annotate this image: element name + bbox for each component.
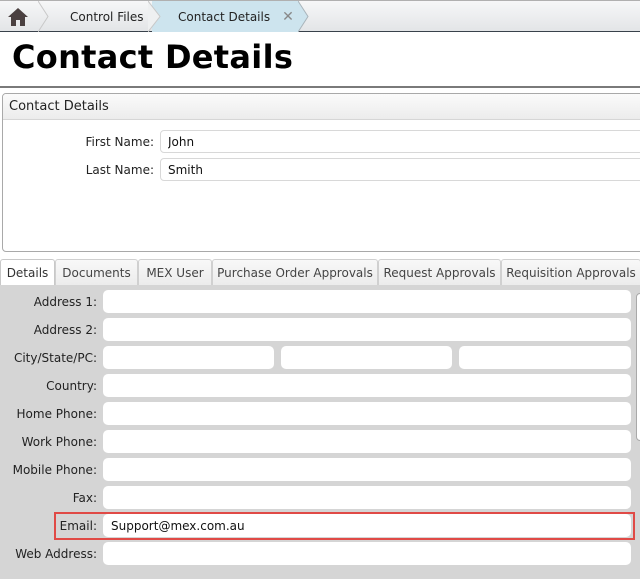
- first-name-label: First Name:: [85, 134, 154, 149]
- address1-label: Address 1:: [33, 295, 97, 309]
- state-input[interactable]: [281, 346, 452, 369]
- country-label: Country:: [46, 379, 97, 393]
- breadcrumb-item-control-files[interactable]: Control Files: [56, 1, 148, 32]
- close-icon[interactable]: ✕: [282, 9, 294, 25]
- address1-input[interactable]: [103, 290, 631, 313]
- home-phone-label: Home Phone:: [16, 407, 97, 421]
- last-name-label: Last Name:: [85, 162, 154, 177]
- breadcrumb: Control Files Contact Details ✕: [0, 0, 640, 32]
- work-phone-label: Work Phone:: [21, 435, 97, 449]
- mobile-phone-label: Mobile Phone:: [12, 463, 97, 477]
- first-name-row: First Name:: [3, 130, 640, 153]
- breadcrumb-separator-icon: [298, 1, 309, 32]
- fax-input[interactable]: [103, 486, 631, 509]
- breadcrumb-label: Contact Details: [178, 9, 271, 24]
- tab-bar: Details Documents MEX User Purchase Orde…: [0, 259, 640, 286]
- tab-documents[interactable]: Documents: [55, 259, 138, 285]
- first-name-input[interactable]: [160, 130, 640, 153]
- fax-label: Fax:: [72, 491, 97, 505]
- breadcrumb-label: Control Files: [70, 9, 144, 24]
- tab-request-approvals[interactable]: Request Approvals: [378, 259, 501, 285]
- email-highlight-box: [54, 512, 635, 540]
- home-phone-input[interactable]: [103, 402, 631, 425]
- tab-details[interactable]: Details: [0, 259, 55, 286]
- contact-details-panel: Contact Details First Name: Last Name:: [2, 93, 640, 252]
- mobile-phone-input[interactable]: [103, 458, 631, 481]
- work-phone-input[interactable]: [103, 430, 631, 453]
- tab-requisition-approvals[interactable]: Requisition Approvals: [501, 259, 640, 285]
- title-divider: [0, 86, 640, 88]
- page-title: Contact Details: [12, 38, 294, 76]
- address2-input[interactable]: [103, 318, 631, 341]
- details-tab-content: Address 1: Address 2: City/State/PC: Cou…: [0, 285, 640, 579]
- breadcrumb-separator-icon: [148, 1, 161, 32]
- tab-mex-user[interactable]: MEX User: [138, 259, 212, 285]
- city-input[interactable]: [103, 346, 274, 369]
- home-icon: [8, 7, 28, 26]
- address2-label: Address 2:: [33, 323, 97, 337]
- breadcrumb-home-button[interactable]: [0, 1, 42, 32]
- side-panel: [636, 293, 640, 441]
- breadcrumb-item-contact-details[interactable]: Contact Details ✕: [152, 1, 298, 32]
- postcode-input[interactable]: [459, 346, 631, 369]
- city-state-pc-label: City/State/PC:: [13, 351, 97, 365]
- country-input[interactable]: [103, 374, 631, 397]
- last-name-input[interactable]: [160, 158, 640, 181]
- web-address-input[interactable]: [103, 542, 631, 565]
- breadcrumb-separator-icon: [38, 1, 49, 32]
- web-address-label: Web Address:: [15, 547, 97, 561]
- panel-header: Contact Details: [3, 94, 640, 120]
- last-name-row: Last Name:: [3, 158, 640, 181]
- tab-purchase-order-approvals[interactable]: Purchase Order Approvals: [212, 259, 378, 285]
